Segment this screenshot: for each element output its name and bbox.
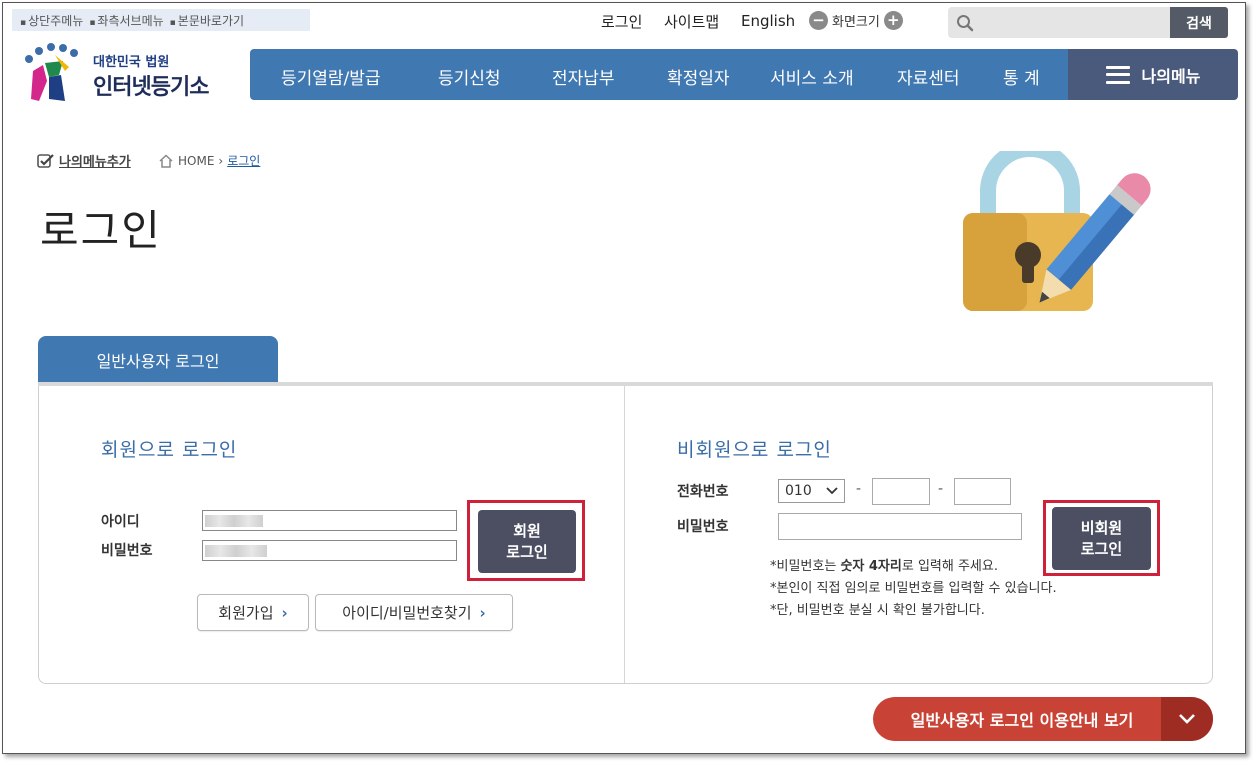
find-account-label: 아이디/비밀번호찾기: [342, 604, 472, 622]
checkbox-check-icon: [37, 153, 54, 168]
breadcrumb-separator-icon: ›: [218, 153, 224, 168]
phone-prefix-select[interactable]: 010: [778, 479, 845, 503]
guest-login-line1: 비회원: [1080, 518, 1123, 537]
hamburger-icon: [1105, 65, 1130, 84]
search-button[interactable]: 검색: [1170, 7, 1228, 38]
phone-prefix-value: 010: [785, 483, 812, 499]
member-id-input[interactable]: [202, 510, 457, 531]
nav-item-service-intro[interactable]: 서비스 소개: [770, 64, 854, 89]
util-login-link[interactable]: 로그인: [601, 10, 642, 32]
tab-general-user-login[interactable]: 일반사용자 로그인: [38, 336, 278, 384]
guest-note-3: *단, 비밀번호 분실 시 확인 불가합니다.: [770, 603, 985, 618]
chevron-down-icon: [1161, 697, 1213, 741]
login-panel: [38, 386, 1213, 684]
my-menu-button[interactable]: 나의메뉴: [1068, 49, 1238, 100]
guest-login-button[interactable]: 비회원 로그인: [1052, 507, 1151, 570]
court-emblem-icon: [25, 43, 78, 101]
site-logo[interactable]: 대한민국 법원 인터넷등기소: [19, 41, 229, 105]
phone-dash-1: -: [856, 481, 862, 497]
search-bar: 검색: [948, 7, 1228, 38]
member-login-line2: 로그인: [506, 542, 548, 561]
zoom-in-icon[interactable]: +: [883, 11, 903, 30]
util-sitemap-link[interactable]: 사이트맵: [664, 10, 719, 32]
page-title: 로그인: [40, 206, 162, 255]
nav-item-e-payment[interactable]: 전자납부: [552, 64, 615, 89]
chevron-right-icon: ›: [479, 603, 486, 622]
guest-login-line2: 로그인: [1080, 539, 1123, 558]
skip-link-content[interactable]: 본문바로가기: [170, 12, 244, 29]
search-input[interactable]: [974, 9, 1154, 36]
home-icon[interactable]: [158, 153, 174, 168]
guest-login-heading: 비회원으로 로그인: [677, 439, 832, 461]
lock-pencil-illustration: [963, 151, 1151, 311]
guest-phone-label: 전화번호: [677, 484, 729, 500]
join-button[interactable]: 회원가입 ›: [197, 594, 309, 631]
find-account-button[interactable]: 아이디/비밀번호찾기 ›: [315, 594, 513, 631]
skip-links: 상단주메뉴 좌측서브메뉴 본문바로가기: [12, 9, 310, 31]
my-menu-label: 나의메뉴: [1141, 66, 1201, 86]
phone-last-input[interactable]: [954, 478, 1011, 505]
breadcrumb: HOME › 로그인: [158, 152, 260, 169]
panel-divider: [624, 386, 625, 683]
zoom-control: − 화면크기 +: [809, 11, 903, 30]
guest-pw-label: 비밀번호: [677, 519, 729, 535]
breadcrumb-home[interactable]: HOME: [178, 154, 214, 168]
login-guide-label: 일반사용자 로그인 이용안내 보기: [910, 711, 1134, 730]
search-icon: [957, 14, 974, 31]
main-nav: 등기열람/발급 등기신청 전자납부 확정일자 서비스 소개 자료센터 통 계: [250, 49, 1070, 100]
chevron-down-icon: [826, 487, 838, 495]
member-login-heading: 회원으로 로그인: [101, 439, 238, 461]
nav-item-registry-apply[interactable]: 등기신청: [438, 64, 501, 89]
breadcrumb-current[interactable]: 로그인: [227, 152, 260, 169]
member-pw-input[interactable]: [202, 540, 457, 561]
join-label: 회원가입: [218, 604, 274, 622]
logo-title: 인터넷등기소: [93, 75, 209, 100]
member-id-label: 아이디: [101, 514, 140, 530]
phone-dash-2: -: [938, 481, 944, 497]
add-my-menu-label: 나의메뉴추가: [59, 155, 131, 170]
member-pw-label: 비밀번호: [101, 543, 153, 559]
nav-item-fixed-date[interactable]: 확정일자: [667, 64, 730, 89]
skip-link-main-menu[interactable]: 상단주메뉴: [20, 12, 83, 29]
skip-link-sub-menu[interactable]: 좌측서브메뉴: [89, 12, 163, 29]
phone-middle-input[interactable]: [872, 478, 930, 505]
zoom-label: 화면크기: [832, 15, 880, 30]
nav-item-data-center[interactable]: 자료센터: [897, 64, 960, 89]
guest-note-2: *본인이 직접 임의로 비밀번호를 입력할 수 있습니다.: [770, 581, 1057, 596]
nav-item-statistics[interactable]: 통 계: [1003, 64, 1040, 89]
member-login-line1: 회원: [513, 521, 541, 540]
zoom-out-icon[interactable]: −: [809, 11, 828, 30]
nav-item-registry-view[interactable]: 등기열람/발급: [281, 64, 381, 89]
guest-pw-input[interactable]: [778, 513, 1022, 540]
member-login-button[interactable]: 회원 로그인: [478, 510, 576, 573]
login-guide-button[interactable]: 일반사용자 로그인 이용안내 보기: [873, 697, 1213, 741]
logo-subtitle: 대한민국 법원: [93, 55, 170, 70]
guest-note-1: *비밀번호는 숫자 4자리로 입력해 주세요.: [770, 559, 998, 574]
chevron-right-icon: ›: [281, 603, 288, 622]
util-english-link[interactable]: English: [741, 10, 795, 32]
add-my-menu-link[interactable]: 나의메뉴추가: [37, 151, 131, 170]
browser-frame: 상단주메뉴 좌측서브메뉴 본문바로가기 로그인 사이트맵 English − 화…: [2, 2, 1246, 754]
